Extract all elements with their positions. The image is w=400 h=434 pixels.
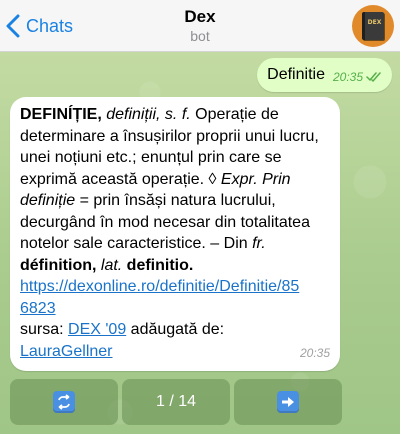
headword: DEFINÍȚIE,: [20, 106, 102, 123]
outgoing-message-text: Definitie: [267, 66, 325, 83]
page-indicator-label: 1 / 14: [155, 393, 197, 410]
right-arrow-icon: [277, 391, 299, 413]
french-word: définition,: [20, 256, 97, 274]
outgoing-message-time: 20:35: [332, 70, 363, 84]
chat-title-area[interactable]: Dex bot: [100, 6, 300, 45]
avatar-label: DEX: [367, 19, 382, 26]
source-line: sursa: DEX '09 adăugată de:: [20, 319, 330, 341]
outgoing-message-meta: 20:35: [333, 70, 382, 84]
chat-subtitle: bot: [190, 28, 210, 44]
expression-label: Expr.: [220, 170, 258, 188]
incoming-message[interactable]: DEFINÍȚIE, definiții, s. f. Operație de …: [10, 97, 340, 371]
latin-word: definitio.: [122, 256, 194, 274]
next-button[interactable]: [234, 379, 342, 425]
french-label: fr.: [252, 235, 266, 252]
incoming-message-time: 20:35: [299, 345, 330, 360]
outgoing-message[interactable]: Definitie 20:35: [257, 58, 392, 92]
source-prefix: sursa:: [20, 321, 69, 338]
definition-text: DEFINÍȚIE, definiții, s. f. Operație de …: [20, 104, 330, 276]
word-forms: definiții, s. f.: [106, 106, 191, 123]
chevron-left-icon: [6, 14, 20, 38]
previous-button[interactable]: [10, 379, 118, 425]
author-line: LauraGellner: [20, 341, 330, 363]
added-by-label: adăugată de:: [126, 321, 225, 338]
repeat-icon: [53, 391, 75, 413]
dexonline-link-line-2: 6823: [20, 299, 56, 317]
dexonline-link[interactable]: https://dexonline.ro/definitie/Definitie…: [20, 276, 330, 319]
avatar[interactable]: DEX: [352, 5, 394, 47]
chat-header: Chats Dex bot DEX: [0, 0, 400, 52]
double-check-icon: [366, 72, 381, 82]
author-link[interactable]: LauraGellner: [20, 343, 113, 360]
dexonline-link-line-1: https://dexonline.ro/definitie/Definitie…: [20, 278, 300, 295]
back-button[interactable]: Chats: [6, 12, 73, 40]
source-link[interactable]: DEX '09: [68, 321, 126, 338]
latin-label: lat.: [96, 256, 123, 274]
back-label: Chats: [26, 15, 74, 36]
book-icon: DEX: [362, 12, 384, 40]
chat-title: Dex: [184, 7, 216, 26]
page-indicator-button[interactable]: 1 / 14: [122, 379, 230, 425]
